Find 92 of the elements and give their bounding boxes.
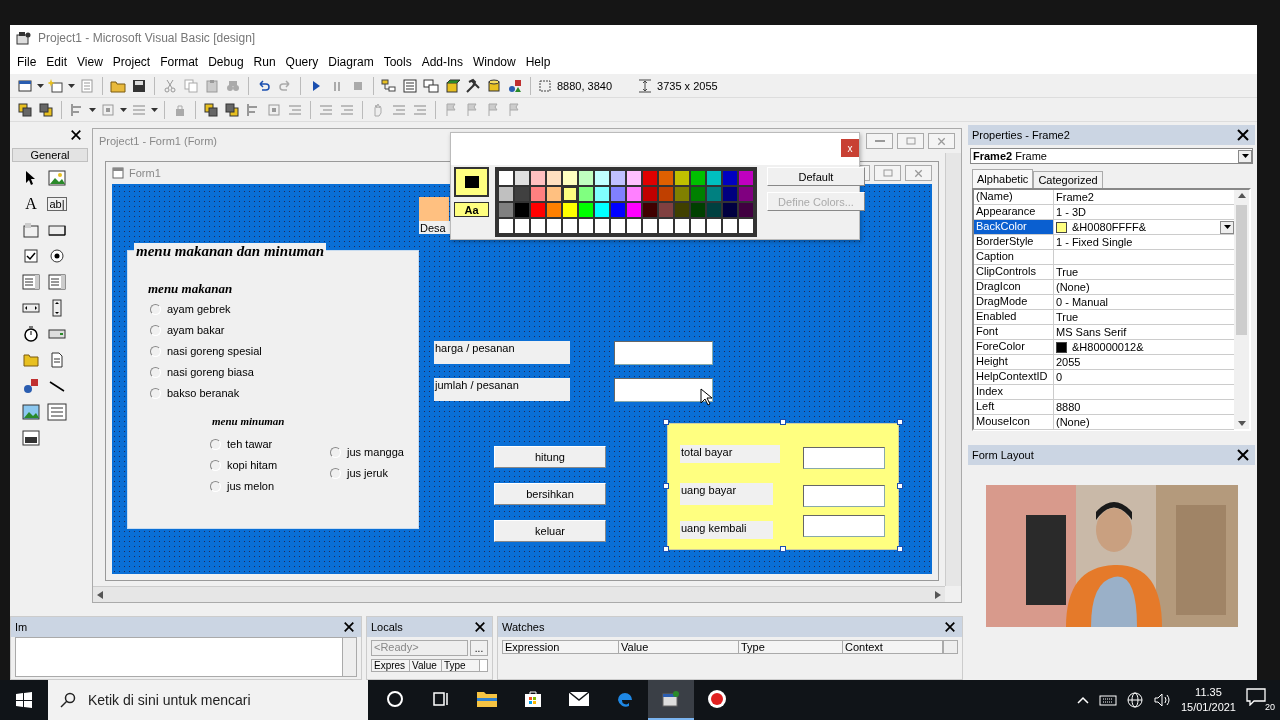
property-name[interactable]: BackColor [974,220,1054,235]
tab[interactable]: Alphabetic [972,169,1034,188]
radio-button[interactable]: ayam bakar [150,324,262,336]
column-header[interactable]: Context [843,641,943,653]
form-button[interactable]: hitung [494,446,606,468]
form-label: uang bayar [680,483,773,505]
tool-glyph: ab| [47,197,67,211]
property-value[interactable]: &H80000012& [1054,340,1234,355]
section-heading: menu makanan [148,281,233,297]
property-name[interactable]: Height [974,355,1054,370]
property-value[interactable]: 0 - Manual [1054,295,1234,310]
property-value[interactable]: 8880 [1054,400,1234,415]
radio-button[interactable]: nasi goreng biasa [150,366,262,378]
form-label: total bayar [680,445,780,463]
property-value[interactable]: 1 - Fixed Single [1054,235,1234,250]
radio-button[interactable]: jus melon [210,480,278,492]
property-name[interactable]: Font [974,325,1054,340]
menu-item[interactable]: Window [468,55,521,69]
property-value[interactable]: MS Sans Serif [1054,325,1234,340]
form-label: uang kembali [680,521,773,539]
window-title: Project1 - Microsoft Visual Basic [design] [38,30,256,45]
column-header[interactable]: Value [410,660,442,671]
form-button[interactable]: bersihkan [494,483,606,505]
radio-button[interactable]: nasi goreng spesial [150,345,262,357]
font-sample: Aa [454,202,489,217]
property-value[interactable]: 2055 [1054,355,1234,370]
window-title: Form1 [129,167,161,179]
property-value[interactable]: (None) [1054,280,1234,295]
panel-title: Locals [371,621,403,633]
property-name[interactable]: MouseIcon [974,415,1054,430]
menu-item[interactable]: Query [280,55,324,69]
menu-item[interactable]: Edit [41,55,73,69]
property-value[interactable]: Frame2 [1054,190,1234,205]
radio-button[interactable]: ayam gebrek [150,303,262,315]
property-name[interactable]: Appearance [974,205,1054,220]
property-value[interactable]: True [1054,310,1234,325]
panel-title: Watches [502,621,545,633]
property-name[interactable]: HelpContextID [974,370,1054,385]
radio-button[interactable]: jus jeruk [330,467,404,479]
menu-item[interactable]: Debug [203,55,249,69]
toolbox-tab[interactable]: General [12,148,88,162]
property-value[interactable]: (None) [1054,415,1234,430]
property-name[interactable]: ClipControls [974,265,1054,280]
position-text: 8880, 3840 [556,78,614,93]
property-name[interactable]: Index [974,385,1054,400]
property-value[interactable]: True [1054,265,1234,280]
property-name[interactable]: BorderStyle [974,235,1054,250]
property-value[interactable]: 1 - 3D [1054,205,1234,220]
column-header[interactable]: Expres [372,660,410,671]
window-title: Project1 - Form1 (Form) [99,135,217,147]
radio-button[interactable]: teh tawar [210,438,278,450]
object-dropdown[interactable]: Frame2 Frame [970,148,1253,164]
menu-item[interactable]: Project [107,55,156,69]
column-header[interactable]: Expression [503,641,619,653]
form-button[interactable]: keluar [494,520,606,542]
menu-item[interactable]: View [72,55,108,69]
menu-item[interactable]: Run [248,55,281,69]
toolbox-tool[interactable]: ab| [46,192,68,216]
property-name[interactable]: (Name) [974,190,1054,205]
panel-title: Form Layout [972,449,1034,461]
form-label: jumlah / pesanan [434,378,570,401]
column-header[interactable]: Type [739,641,843,653]
size-text: 3735 x 2055 [656,78,719,93]
form-label: harga / pesanan [434,341,570,364]
default-button[interactable]: Default [767,167,865,186]
property-name[interactable]: DragMode [974,295,1054,310]
browse-button[interactable]: ... [470,640,488,656]
property-name[interactable]: Enabled [974,310,1054,325]
column-header[interactable]: Type [442,660,480,671]
menu-item[interactable]: Help [520,55,556,69]
property-name[interactable]: Left [974,400,1054,415]
menu-item[interactable]: File [12,55,42,69]
property-value[interactable]: &H0080FFFF& [1054,220,1234,235]
context-field: <Ready> [371,640,468,656]
menu-item[interactable]: Format [155,55,204,69]
property-name[interactable]: Caption [974,250,1054,265]
menu-item[interactable]: Add-Ins [416,55,468,69]
panel-title: Properties - Frame2 [972,129,1070,141]
section-heading: menu minuman [212,415,285,427]
close-button[interactable]: x [841,139,859,157]
clock[interactable]: 11.35 15/01/2021 [1180,685,1236,715]
column-header[interactable]: Value [619,641,739,653]
radio-button[interactable]: jus mangga [330,446,404,458]
tab[interactable]: Categorized [1033,171,1103,188]
radio-button[interactable]: bakso beranak [150,387,262,399]
property-name[interactable]: ForeColor [974,340,1054,355]
property-value[interactable]: 0 [1054,370,1234,385]
menu-item[interactable]: Tools [378,55,417,69]
radio-button[interactable]: kopi hitam [210,459,278,471]
menu-item[interactable]: Diagram [323,55,379,69]
panel-title: Im [15,621,28,633]
property-name[interactable]: DragIcon [974,280,1054,295]
